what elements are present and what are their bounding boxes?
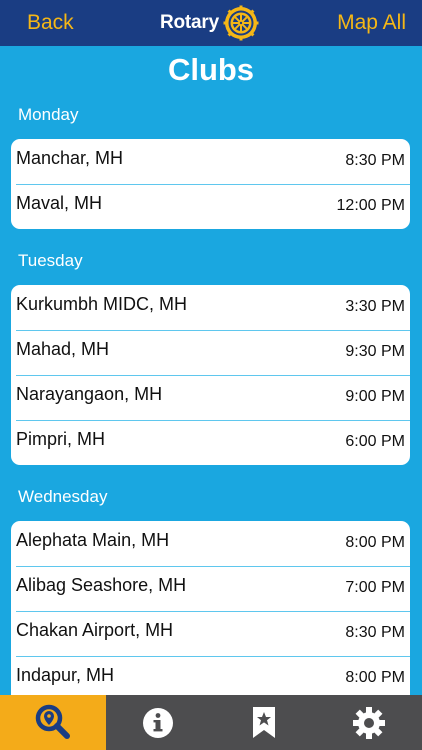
section-label-monday: Monday (18, 105, 79, 124)
tab-bar (0, 695, 422, 750)
club-name: Mahad, MH (16, 339, 110, 359)
club-row[interactable]: Indapur, MH 8:00 PM (11, 656, 410, 695)
club-row[interactable]: Alibag Seashore, MH 7:00 PM (11, 566, 410, 611)
club-name: Narayangaon, MH (16, 384, 163, 404)
section-card-monday: Manchar, MH 8:30 PM Maval, MH 12:00 PM (11, 139, 410, 229)
logo-text: Rotary (160, 12, 219, 33)
section-label-tuesday: Tuesday (18, 251, 83, 270)
tab-bookmarks[interactable] (211, 695, 317, 750)
section-label-wednesday: Wednesday (18, 487, 108, 506)
club-time: 3:30 PM (345, 298, 405, 315)
tab-info[interactable] (106, 695, 212, 750)
club-time: 8:30 PM (345, 152, 405, 169)
club-name: Kurkumbh MIDC, MH (16, 294, 188, 314)
club-row[interactable]: Mahad, MH 9:30 PM (11, 330, 410, 375)
section-card-wednesday: Alephata Main, MH 8:00 PM Alibag Seashor… (11, 521, 410, 695)
club-name: Manchar, MH (16, 148, 124, 168)
club-row[interactable]: Maval, MH 12:00 PM (11, 184, 410, 229)
club-row[interactable]: Manchar, MH 8:30 PM (11, 139, 410, 184)
club-name: Maval, MH (16, 193, 103, 213)
info-icon (143, 707, 174, 738)
bookmark-star-icon (252, 706, 275, 738)
club-time: 8:00 PM (345, 534, 405, 551)
club-row[interactable]: Kurkumbh MIDC, MH 3:30 PM (11, 285, 410, 330)
tab-settings[interactable] (317, 695, 422, 750)
rotary-wheel-icon (223, 5, 259, 41)
club-row[interactable]: Pimpri, MH 6:00 PM (11, 420, 410, 465)
tab-search-clubs[interactable] (0, 695, 106, 750)
section-card-tuesday: Kurkumbh MIDC, MH 3:30 PM Mahad, MH 9:30… (11, 285, 410, 465)
club-row[interactable]: Chakan Airport, MH 8:30 PM (11, 611, 410, 656)
club-time: 6:00 PM (345, 433, 405, 450)
club-name: Indapur, MH (16, 665, 115, 685)
rotary-logo: Rotary (160, 5, 259, 41)
back-button[interactable]: Back (27, 10, 74, 36)
search-location-icon (35, 704, 70, 739)
club-name: Pimpri, MH (16, 429, 105, 449)
club-name: Alephata Main, MH (16, 530, 170, 550)
club-time: 7:00 PM (345, 579, 405, 596)
club-row[interactable]: Narayangaon, MH 9:00 PM (11, 375, 410, 420)
navigation-bar: Back Rotary Map All (0, 0, 422, 46)
club-time: 9:00 PM (345, 388, 405, 405)
map-all-button[interactable]: Map All (337, 10, 406, 36)
club-row[interactable]: Alephata Main, MH 8:00 PM (11, 521, 410, 566)
page-title: Clubs (167, 52, 255, 87)
club-time: 9:30 PM (345, 343, 405, 360)
club-time: 8:00 PM (345, 669, 405, 686)
club-name: Alibag Seashore, MH (16, 575, 187, 595)
club-time: 12:00 PM (336, 197, 405, 214)
gear-icon (353, 706, 386, 739)
club-time: 8:30 PM (345, 624, 405, 641)
club-name: Chakan Airport, MH (16, 620, 174, 640)
